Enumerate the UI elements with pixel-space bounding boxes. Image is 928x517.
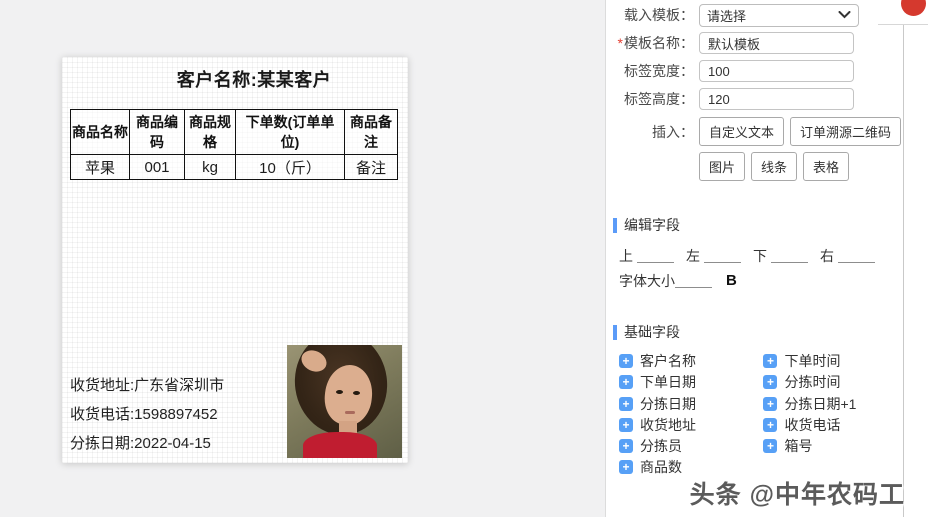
margin-left-input[interactable] bbox=[704, 248, 741, 263]
watermark-text: 头条 @中年农码工 bbox=[689, 481, 905, 509]
required-asterisk: * bbox=[617, 35, 623, 51]
field-item-sorter[interactable]: + 分拣员 bbox=[619, 438, 763, 454]
header-cell: 商品名称 bbox=[70, 109, 130, 155]
load-template-label: 载入模板： bbox=[624, 7, 694, 23]
field-item-order-date[interactable]: + 下单日期 bbox=[619, 374, 763, 390]
plus-icon[interactable]: + bbox=[763, 354, 778, 368]
header-cell: 商品规格 bbox=[184, 109, 236, 155]
basic-fields-header: 基础字段 bbox=[606, 324, 903, 340]
plus-icon[interactable]: + bbox=[619, 417, 633, 432]
header-cell: 下单数(订单单位) bbox=[235, 109, 345, 155]
photo-mouth bbox=[345, 411, 355, 414]
font-size-label: 字体大小 bbox=[619, 272, 675, 289]
plus-icon[interactable]: + bbox=[763, 439, 778, 454]
data-cell: 苹果 bbox=[70, 154, 130, 180]
template-name-row: *模板名称： bbox=[606, 29, 903, 57]
phone-text[interactable]: 收货电话:1598897452 bbox=[70, 400, 224, 429]
field-item-box-number[interactable]: + 箱号 bbox=[763, 438, 903, 454]
insert-row-1: 插入： 自定义文本 订单溯源二维码 bbox=[606, 117, 903, 146]
plus-icon[interactable]: + bbox=[619, 354, 633, 368]
data-cell: kg bbox=[184, 154, 236, 180]
insert-table-button[interactable]: 表格 bbox=[803, 152, 850, 181]
margin-left-label: 左 bbox=[686, 247, 700, 264]
field-item-order-time[interactable]: + 下单时间 bbox=[763, 353, 903, 369]
plus-icon[interactable]: + bbox=[763, 375, 778, 390]
label-height-input[interactable] bbox=[699, 88, 854, 110]
basic-fields-column-right: + 下单时间 + 分拣时间 + 分拣日期+1 + 收货电话 + 箱号 bbox=[763, 353, 903, 475]
insert-label: 插入： bbox=[652, 123, 694, 140]
margin-right-label: 右 bbox=[820, 247, 834, 264]
margin-bottom-label: 下 bbox=[753, 247, 767, 264]
field-item-customer-name[interactable]: + 客户名称 bbox=[619, 353, 763, 369]
data-cell: 001 bbox=[129, 154, 185, 180]
label-width-label: 标签宽度： bbox=[624, 63, 694, 79]
right-edge-strip bbox=[904, 0, 928, 517]
load-template-select[interactable]: 请选择 bbox=[699, 3, 859, 27]
label-preview[interactable]: 客户名称:某某客户 商品名称 商品编码 商品规格 下单数(订单单位) 商品备注 … bbox=[62, 57, 408, 463]
field-item-goods-count[interactable]: + 商品数 bbox=[619, 459, 763, 475]
design-canvas[interactable]: 客户名称:某某客户 商品名称 商品编码 商品规格 下单数(订单单位) 商品备注 … bbox=[0, 0, 605, 517]
chevron-down-icon bbox=[838, 11, 851, 19]
margin-top-input[interactable] bbox=[637, 248, 674, 263]
field-item-sort-time[interactable]: + 分拣时间 bbox=[763, 374, 903, 390]
insert-row-2: 图片 线条 表格 bbox=[606, 152, 903, 181]
data-cell: 备注 bbox=[344, 154, 398, 180]
field-item-sort-date-plus1[interactable]: + 分拣日期+1 bbox=[763, 396, 903, 412]
insert-image-button[interactable]: 图片 bbox=[699, 152, 746, 181]
address-text[interactable]: 收货地址:广东省深圳市 bbox=[70, 371, 224, 400]
photo-eye bbox=[336, 390, 343, 394]
field-item-receive-phone[interactable]: + 收货电话 bbox=[763, 417, 903, 433]
margin-top-label: 上 bbox=[619, 247, 633, 264]
data-cell: 10（斤） bbox=[235, 154, 345, 180]
font-size-row: 字体大小 B bbox=[606, 272, 903, 289]
portrait-photo[interactable] bbox=[287, 345, 402, 458]
header-cell: 商品编码 bbox=[129, 109, 185, 155]
insert-line-button[interactable]: 线条 bbox=[751, 152, 798, 181]
label-width-input[interactable] bbox=[699, 60, 854, 82]
insert-trace-qrcode-button[interactable]: 订单溯源二维码 bbox=[790, 117, 902, 146]
label-height-label: 标签高度： bbox=[624, 91, 694, 107]
photo-red-top bbox=[303, 432, 377, 458]
edit-fields-header: 编辑字段 bbox=[606, 217, 903, 233]
label-width-row: 标签宽度： bbox=[606, 57, 903, 85]
label-template-editor: 客户名称:某某客户 商品名称 商品编码 商品规格 下单数(订单单位) 商品备注 … bbox=[0, 0, 928, 517]
load-template-row: 载入模板： 请选择 bbox=[606, 1, 903, 29]
plus-icon[interactable]: + bbox=[619, 396, 633, 411]
plus-icon[interactable]: + bbox=[619, 439, 633, 454]
basic-fields-title: 基础字段 bbox=[624, 324, 680, 340]
goods-table-header-row: 商品名称 商品编码 商品规格 下单数(订单单位) 商品备注 bbox=[70, 109, 398, 155]
section-bar bbox=[613, 217, 617, 233]
load-template-selected-value: 请选择 bbox=[707, 8, 747, 24]
settings-panel: 载入模板： 请选择 *模板名称： 标签宽度： 标签高度： 插入： 自定义文本 订… bbox=[605, 0, 904, 517]
bold-button[interactable]: B bbox=[726, 272, 737, 289]
margin-right-input[interactable] bbox=[838, 248, 875, 263]
plus-icon[interactable]: + bbox=[619, 460, 633, 475]
label-footer: 收货地址:广东省深圳市 收货电话:1598897452 分拣日期:2022-04… bbox=[70, 371, 224, 458]
field-item-sort-date[interactable]: + 分拣日期 bbox=[619, 396, 763, 412]
insert-custom-text-button[interactable]: 自定义文本 bbox=[699, 117, 785, 146]
goods-table-data-row: 苹果 001 kg 10（斤） 备注 bbox=[70, 154, 398, 180]
template-name-label: *模板名称： bbox=[617, 35, 694, 51]
margin-inputs-row: 上 左 下 右 bbox=[606, 247, 903, 264]
field-item-receive-address[interactable]: + 收货地址 bbox=[619, 417, 763, 433]
customer-name-text[interactable]: 客户名称:某某客户 bbox=[62, 66, 408, 92]
plus-icon[interactable]: + bbox=[763, 396, 778, 411]
goods-table[interactable]: 商品名称 商品编码 商品规格 下单数(订单单位) 商品备注 苹果 001 kg … bbox=[70, 109, 398, 180]
basic-fields-column-left: + 客户名称 + 下单日期 + 分拣日期 + 收货地址 + 分拣员 + 商品数 bbox=[619, 353, 763, 475]
font-size-input[interactable] bbox=[675, 273, 712, 288]
margin-bottom-input[interactable] bbox=[771, 248, 808, 263]
template-name-input[interactable] bbox=[699, 32, 854, 54]
section-bar bbox=[613, 324, 617, 340]
sort-date-text[interactable]: 分拣日期:2022-04-15 bbox=[70, 429, 224, 458]
edit-fields-title: 编辑字段 bbox=[624, 217, 680, 233]
header-cell: 商品备注 bbox=[344, 109, 398, 155]
photo-eye bbox=[353, 391, 360, 395]
plus-icon[interactable]: + bbox=[763, 417, 778, 432]
label-height-row: 标签高度： bbox=[606, 85, 903, 113]
plus-icon[interactable]: + bbox=[619, 375, 633, 390]
basic-fields-list: + 客户名称 + 下单日期 + 分拣日期 + 收货地址 + 分拣员 + 商品数 + 下单时间 … bbox=[606, 353, 903, 475]
